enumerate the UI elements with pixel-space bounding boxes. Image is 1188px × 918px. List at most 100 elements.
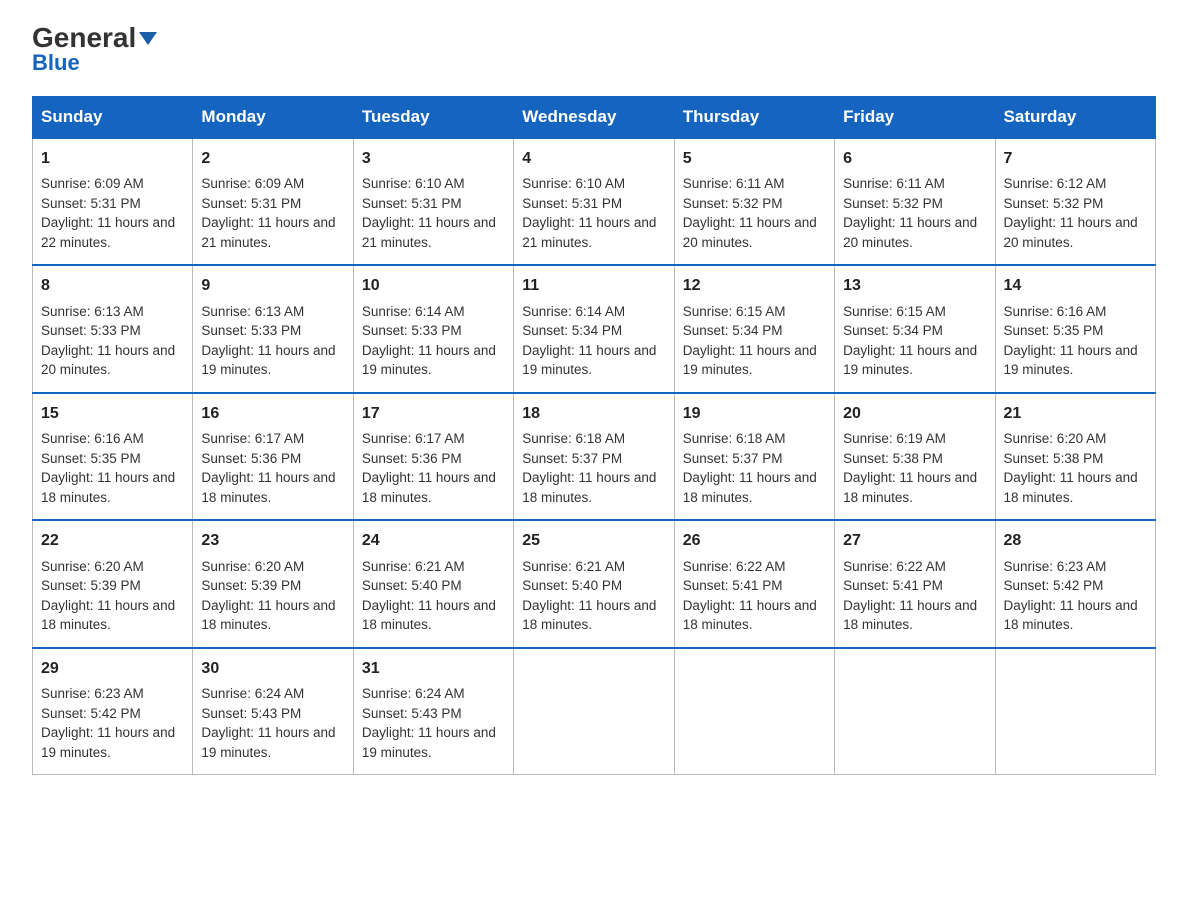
calendar-cell: 14 Sunrise: 6:16 AMSunset: 5:35 PMDayligh… xyxy=(995,265,1155,392)
day-number: 6 xyxy=(843,147,986,170)
calendar-cell: 22Sunrise: 6:20 AMSunset: 5:39 PMDayligh… xyxy=(33,520,193,647)
calendar-cell: 20Sunrise: 6:19 AMSunset: 5:38 PMDayligh… xyxy=(835,393,995,520)
day-info: Sunrise: 6:15 AMSunset: 5:34 PMDaylight:… xyxy=(843,302,986,380)
day-info: Sunrise: 6:14 AMSunset: 5:33 PMDaylight:… xyxy=(362,302,505,380)
day-number: 8 xyxy=(41,274,184,297)
day-number: 24 xyxy=(362,529,505,552)
calendar-cell xyxy=(995,648,1155,775)
week-row-2: 8 Sunrise: 6:13 AMSunset: 5:33 PMDaylight… xyxy=(33,265,1156,392)
logo: General Blue xyxy=(32,24,157,76)
calendar-cell xyxy=(674,648,834,775)
col-header-tuesday: Tuesday xyxy=(353,97,513,139)
day-info: Sunrise: 6:18 AMSunset: 5:37 PMDaylight:… xyxy=(522,429,665,507)
day-info: Sunrise: 6:10 AMSunset: 5:31 PMDaylight:… xyxy=(362,174,505,252)
day-number: 4 xyxy=(522,147,665,170)
calendar-cell: 3 Sunrise: 6:10 AMSunset: 5:31 PMDaylight… xyxy=(353,138,513,265)
calendar-cell: 31 Sunrise: 6:24 AMSunset: 5:43 PMDayligh… xyxy=(353,648,513,775)
logo-main-text: General xyxy=(32,24,157,52)
day-info: Sunrise: 6:15 AMSunset: 5:34 PMDaylight:… xyxy=(683,302,826,380)
day-info: Sunrise: 6:11 AMSunset: 5:32 PMDaylight:… xyxy=(683,174,826,252)
calendar-cell: 26Sunrise: 6:22 AMSunset: 5:41 PMDayligh… xyxy=(674,520,834,647)
calendar-cell: 13 Sunrise: 6:15 AMSunset: 5:34 PMDayligh… xyxy=(835,265,995,392)
day-info: Sunrise: 6:12 AMSunset: 5:32 PMDaylight:… xyxy=(1004,174,1147,252)
day-number: 14 xyxy=(1004,274,1147,297)
calendar-cell: 28 Sunrise: 6:23 AMSunset: 5:42 PMDayligh… xyxy=(995,520,1155,647)
logo-blue-text: Blue xyxy=(32,50,80,76)
day-number: 7 xyxy=(1004,147,1147,170)
col-header-wednesday: Wednesday xyxy=(514,97,674,139)
day-number: 1 xyxy=(41,147,184,170)
calendar-cell: 18 Sunrise: 6:18 AMSunset: 5:37 PMDayligh… xyxy=(514,393,674,520)
day-number: 21 xyxy=(1004,402,1147,425)
calendar-cell: 24 Sunrise: 6:21 AMSunset: 5:40 PMDayligh… xyxy=(353,520,513,647)
day-info: Sunrise: 6:18 AMSunset: 5:37 PMDaylight:… xyxy=(683,429,826,507)
col-header-thursday: Thursday xyxy=(674,97,834,139)
week-row-5: 29 Sunrise: 6:23 AMSunset: 5:42 PMDayligh… xyxy=(33,648,1156,775)
calendar-cell: 8 Sunrise: 6:13 AMSunset: 5:33 PMDaylight… xyxy=(33,265,193,392)
day-number: 20 xyxy=(843,402,986,425)
page-header: General Blue xyxy=(32,24,1156,76)
day-number: 3 xyxy=(362,147,505,170)
calendar-cell: 11Sunrise: 6:14 AMSunset: 5:34 PMDayligh… xyxy=(514,265,674,392)
day-info: Sunrise: 6:20 AMSunset: 5:39 PMDaylight:… xyxy=(201,557,344,635)
day-number: 28 xyxy=(1004,529,1147,552)
calendar-cell: 12 Sunrise: 6:15 AMSunset: 5:34 PMDayligh… xyxy=(674,265,834,392)
calendar-cell: 27Sunrise: 6:22 AMSunset: 5:41 PMDayligh… xyxy=(835,520,995,647)
calendar-cell xyxy=(514,648,674,775)
day-info: Sunrise: 6:22 AMSunset: 5:41 PMDaylight:… xyxy=(683,557,826,635)
day-number: 29 xyxy=(41,657,184,680)
day-info: Sunrise: 6:21 AMSunset: 5:40 PMDaylight:… xyxy=(522,557,665,635)
day-number: 12 xyxy=(683,274,826,297)
day-info: Sunrise: 6:11 AMSunset: 5:32 PMDaylight:… xyxy=(843,174,986,252)
day-info: Sunrise: 6:20 AMSunset: 5:38 PMDaylight:… xyxy=(1004,429,1147,507)
day-number: 2 xyxy=(201,147,344,170)
calendar-table: SundayMondayTuesdayWednesdayThursdayFrid… xyxy=(32,96,1156,775)
calendar-cell: 17 Sunrise: 6:17 AMSunset: 5:36 PMDayligh… xyxy=(353,393,513,520)
calendar-cell: 23 Sunrise: 6:20 AMSunset: 5:39 PMDayligh… xyxy=(193,520,353,647)
day-number: 13 xyxy=(843,274,986,297)
day-info: Sunrise: 6:17 AMSunset: 5:36 PMDaylight:… xyxy=(362,429,505,507)
day-number: 27 xyxy=(843,529,986,552)
day-info: Sunrise: 6:17 AMSunset: 5:36 PMDaylight:… xyxy=(201,429,344,507)
day-info: Sunrise: 6:23 AMSunset: 5:42 PMDaylight:… xyxy=(1004,557,1147,635)
day-info: Sunrise: 6:10 AMSunset: 5:31 PMDaylight:… xyxy=(522,174,665,252)
day-info: Sunrise: 6:23 AMSunset: 5:42 PMDaylight:… xyxy=(41,684,184,762)
calendar-cell: 19 Sunrise: 6:18 AMSunset: 5:37 PMDayligh… xyxy=(674,393,834,520)
calendar-cell: 6 Sunrise: 6:11 AMSunset: 5:32 PMDaylight… xyxy=(835,138,995,265)
calendar-cell: 21 Sunrise: 6:20 AMSunset: 5:38 PMDayligh… xyxy=(995,393,1155,520)
col-header-sunday: Sunday xyxy=(33,97,193,139)
day-info: Sunrise: 6:13 AMSunset: 5:33 PMDaylight:… xyxy=(41,302,184,380)
calendar-cell: 16 Sunrise: 6:17 AMSunset: 5:36 PMDayligh… xyxy=(193,393,353,520)
day-number: 23 xyxy=(201,529,344,552)
day-info: Sunrise: 6:16 AMSunset: 5:35 PMDaylight:… xyxy=(1004,302,1147,380)
calendar-cell: 1 Sunrise: 6:09 AMSunset: 5:31 PMDaylight… xyxy=(33,138,193,265)
day-number: 16 xyxy=(201,402,344,425)
day-info: Sunrise: 6:09 AMSunset: 5:31 PMDaylight:… xyxy=(201,174,344,252)
day-number: 30 xyxy=(201,657,344,680)
day-info: Sunrise: 6:20 AMSunset: 5:39 PMDaylight:… xyxy=(41,557,184,635)
calendar-cell: 25Sunrise: 6:21 AMSunset: 5:40 PMDayligh… xyxy=(514,520,674,647)
day-number: 18 xyxy=(522,402,665,425)
calendar-cell: 10 Sunrise: 6:14 AMSunset: 5:33 PMDayligh… xyxy=(353,265,513,392)
day-info: Sunrise: 6:09 AMSunset: 5:31 PMDaylight:… xyxy=(41,174,184,252)
calendar-cell: 7 Sunrise: 6:12 AMSunset: 5:32 PMDaylight… xyxy=(995,138,1155,265)
day-number: 17 xyxy=(362,402,505,425)
calendar-header-row: SundayMondayTuesdayWednesdayThursdayFrid… xyxy=(33,97,1156,139)
day-number: 19 xyxy=(683,402,826,425)
calendar-cell: 30 Sunrise: 6:24 AMSunset: 5:43 PMDayligh… xyxy=(193,648,353,775)
day-info: Sunrise: 6:21 AMSunset: 5:40 PMDaylight:… xyxy=(362,557,505,635)
day-info: Sunrise: 6:13 AMSunset: 5:33 PMDaylight:… xyxy=(201,302,344,380)
day-info: Sunrise: 6:24 AMSunset: 5:43 PMDaylight:… xyxy=(362,684,505,762)
day-number: 15 xyxy=(41,402,184,425)
week-row-3: 15Sunrise: 6:16 AMSunset: 5:35 PMDayligh… xyxy=(33,393,1156,520)
col-header-saturday: Saturday xyxy=(995,97,1155,139)
day-number: 11 xyxy=(522,274,665,297)
calendar-cell: 29 Sunrise: 6:23 AMSunset: 5:42 PMDayligh… xyxy=(33,648,193,775)
day-number: 10 xyxy=(362,274,505,297)
week-row-4: 22Sunrise: 6:20 AMSunset: 5:39 PMDayligh… xyxy=(33,520,1156,647)
day-info: Sunrise: 6:24 AMSunset: 5:43 PMDaylight:… xyxy=(201,684,344,762)
day-number: 31 xyxy=(362,657,505,680)
calendar-cell: 15Sunrise: 6:16 AMSunset: 5:35 PMDayligh… xyxy=(33,393,193,520)
calendar-cell xyxy=(835,648,995,775)
calendar-cell: 5Sunrise: 6:11 AMSunset: 5:32 PMDaylight… xyxy=(674,138,834,265)
